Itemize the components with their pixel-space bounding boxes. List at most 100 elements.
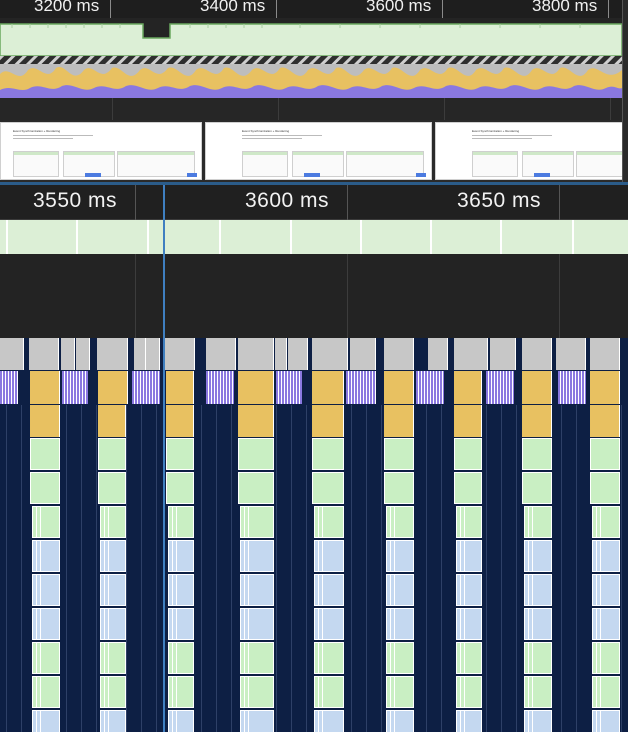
paint-block[interactable] <box>384 472 414 504</box>
overview-scrollbar[interactable] <box>622 0 628 185</box>
task-block[interactable] <box>0 338 24 370</box>
paint-block[interactable] <box>100 642 126 674</box>
rendering-block[interactable] <box>276 371 302 404</box>
task-block[interactable] <box>29 338 59 370</box>
network-overview[interactable] <box>0 98 622 120</box>
task-block[interactable] <box>312 338 348 370</box>
paint-block[interactable] <box>522 438 552 470</box>
scripting-block[interactable] <box>98 371 128 404</box>
task-block[interactable] <box>165 338 195 370</box>
fps-overview-chart[interactable] <box>0 18 623 57</box>
task-block[interactable] <box>590 338 620 370</box>
main-thread-flame-chart[interactable] <box>0 338 628 732</box>
scripting-block[interactable] <box>590 371 620 404</box>
paint-block[interactable] <box>386 676 414 708</box>
paint-block[interactable] <box>454 438 482 470</box>
paint-block[interactable] <box>30 438 60 470</box>
gpu-block[interactable] <box>100 540 126 572</box>
paint-block[interactable] <box>454 472 482 504</box>
paint-block[interactable] <box>166 472 194 504</box>
paint-block[interactable] <box>312 472 344 504</box>
paint-block[interactable] <box>30 472 60 504</box>
rendering-block[interactable] <box>62 371 88 404</box>
gpu-block[interactable] <box>314 710 344 732</box>
gpu-block[interactable] <box>524 710 552 732</box>
task-block[interactable] <box>97 338 128 370</box>
gpu-block[interactable] <box>240 608 274 640</box>
scripting-block[interactable] <box>384 405 414 437</box>
paint-block[interactable] <box>240 506 274 538</box>
gpu-block[interactable] <box>592 540 620 572</box>
paint-block[interactable] <box>98 438 126 470</box>
paint-block[interactable] <box>592 676 620 708</box>
paint-block[interactable] <box>100 506 126 538</box>
gpu-block[interactable] <box>168 710 194 732</box>
gpu-block[interactable] <box>32 710 60 732</box>
task-block[interactable] <box>275 338 287 370</box>
gpu-block[interactable] <box>314 574 344 606</box>
paint-block[interactable] <box>314 642 344 674</box>
rendering-block[interactable] <box>132 371 160 404</box>
gpu-block[interactable] <box>32 574 60 606</box>
rendering-block[interactable] <box>416 371 444 404</box>
gpu-block[interactable] <box>524 540 552 572</box>
gpu-block[interactable] <box>100 710 126 732</box>
paint-block[interactable] <box>240 642 274 674</box>
gpu-block[interactable] <box>524 608 552 640</box>
paint-block[interactable] <box>312 438 344 470</box>
scripting-block[interactable] <box>522 371 552 404</box>
gpu-block[interactable] <box>314 540 344 572</box>
paint-block[interactable] <box>238 438 274 470</box>
gpu-block[interactable] <box>32 608 60 640</box>
task-block[interactable] <box>350 338 376 370</box>
screenshot-thumbnail[interactable]: Event Synchronization + Rendering <box>0 122 202 180</box>
paint-block[interactable] <box>524 506 552 538</box>
task-block[interactable] <box>76 338 90 370</box>
scripting-block[interactable] <box>238 405 274 437</box>
gpu-block[interactable] <box>240 710 274 732</box>
paint-block[interactable] <box>100 676 126 708</box>
rendering-block[interactable] <box>346 371 376 404</box>
paint-block[interactable] <box>590 438 620 470</box>
paint-block[interactable] <box>238 472 274 504</box>
scripting-block[interactable] <box>312 371 344 404</box>
screenshots-filmstrip[interactable]: Event Synchronization + Rendering Event … <box>0 120 628 182</box>
gpu-block[interactable] <box>386 574 414 606</box>
task-block[interactable] <box>454 338 488 370</box>
interactions-track[interactable] <box>0 254 628 338</box>
paint-block[interactable] <box>386 642 414 674</box>
rendering-block[interactable] <box>558 371 586 404</box>
gpu-block[interactable] <box>32 540 60 572</box>
overview-time-ruler[interactable]: 3200 ms 3400 ms 3600 ms 3800 ms <box>0 0 628 18</box>
gpu-block[interactable] <box>456 574 482 606</box>
gpu-block[interactable] <box>240 540 274 572</box>
scripting-block[interactable] <box>30 405 60 437</box>
task-block[interactable] <box>428 338 448 370</box>
paint-block[interactable] <box>32 642 60 674</box>
frames-track[interactable] <box>0 220 628 254</box>
paint-block[interactable] <box>384 438 414 470</box>
task-block[interactable] <box>238 338 274 370</box>
gpu-block[interactable] <box>386 540 414 572</box>
rendering-block[interactable] <box>206 371 234 404</box>
paint-block[interactable] <box>98 472 126 504</box>
gpu-block[interactable] <box>386 710 414 732</box>
scripting-block[interactable] <box>312 405 344 437</box>
gpu-block[interactable] <box>456 710 482 732</box>
scripting-block[interactable] <box>166 405 194 437</box>
scripting-block[interactable] <box>98 405 126 437</box>
paint-block[interactable] <box>456 676 482 708</box>
gpu-block[interactable] <box>592 710 620 732</box>
paint-block[interactable] <box>524 642 552 674</box>
scripting-block[interactable] <box>384 371 414 404</box>
paint-block[interactable] <box>456 642 482 674</box>
rendering-block[interactable] <box>486 371 514 404</box>
gpu-block[interactable] <box>100 608 126 640</box>
scripting-block[interactable] <box>590 405 620 437</box>
paint-block[interactable] <box>166 438 194 470</box>
scripting-block[interactable] <box>522 405 552 437</box>
rendering-block[interactable] <box>0 371 18 404</box>
gpu-block[interactable] <box>168 540 194 572</box>
paint-block[interactable] <box>524 676 552 708</box>
selection-cursor-line[interactable] <box>163 185 165 732</box>
